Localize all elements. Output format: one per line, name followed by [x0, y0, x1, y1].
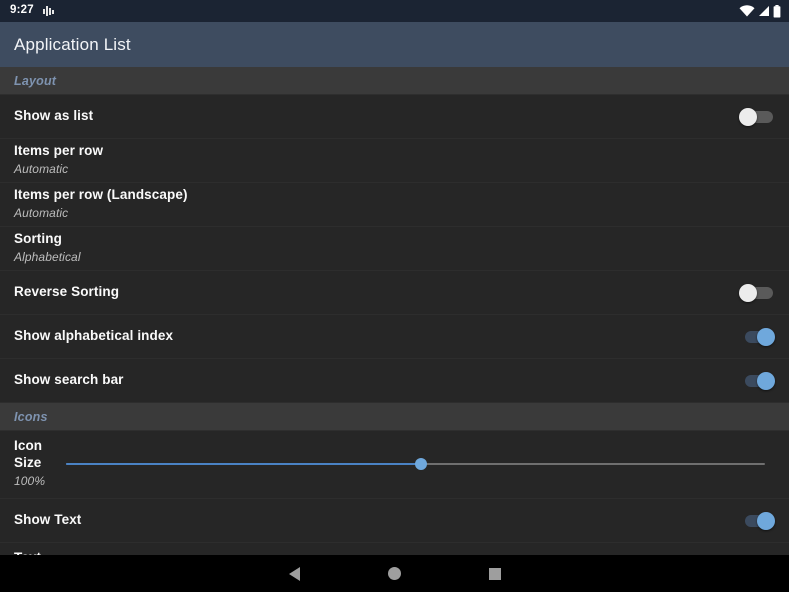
switch-thumb [757, 372, 775, 390]
switch-show-as-list[interactable] [739, 107, 775, 127]
switch-thumb [757, 328, 775, 346]
preference-list[interactable]: Layout Show as list Items per row Automatic… [0, 67, 789, 555]
section-header-layout: Layout [0, 67, 789, 95]
switch-show-alphabetical-index[interactable] [739, 327, 775, 347]
switch-thumb [757, 512, 775, 530]
wifi-icon [739, 5, 755, 17]
square-recents-icon [489, 568, 501, 580]
status-bar: 9:27 [0, 0, 789, 22]
slider-fill [66, 463, 421, 465]
navigation-bar [0, 555, 789, 592]
preference-title: Show alphabetical index [14, 328, 727, 345]
preference-text-block: Show search bar [14, 372, 727, 389]
preference-title: Show Text [14, 512, 727, 529]
switch-show-search-bar[interactable] [739, 371, 775, 391]
preference-row-text-size[interactable]: Text Size100% [0, 543, 789, 555]
back-button[interactable] [245, 555, 345, 592]
preference-row-icon-size[interactable]: Icon Size 100% [0, 431, 789, 499]
preference-title: Sorting [14, 231, 775, 248]
preference-summary: Automatic [14, 162, 775, 178]
preference-summary: 100% [14, 474, 66, 490]
preference-text-block: Show alphabetical index [14, 328, 727, 345]
preference-text-block: Reverse Sorting [14, 284, 727, 301]
preference-summary: Automatic [14, 206, 775, 222]
preference-title: Items per row (Landscape) [14, 187, 775, 204]
section-header-label: Layout [14, 74, 56, 88]
triangle-back-icon [289, 567, 300, 581]
preference-text-block: Icon Size 100% [14, 438, 66, 489]
preference-row-items-per-row[interactable]: Items per row Automatic [0, 139, 789, 183]
preference-row-show-text[interactable]: Show Text [0, 499, 789, 543]
preference-title: Show search bar [14, 372, 727, 389]
switch-thumb [739, 284, 757, 302]
preference-row-show-alphabetical-index[interactable]: Show alphabetical index [0, 315, 789, 359]
page-title: Application List [14, 35, 131, 55]
home-button[interactable] [345, 555, 445, 592]
preference-text-block: Items per row (Landscape) Automatic [14, 187, 775, 221]
preference-row-show-search-bar[interactable]: Show search bar [0, 359, 789, 403]
preference-row-sorting[interactable]: Sorting Alphabetical [0, 227, 789, 271]
preference-title: Reverse Sorting [14, 284, 727, 301]
preference-summary: Alphabetical [14, 250, 775, 266]
preference-text-block: Sorting Alphabetical [14, 231, 775, 265]
preference-text-block: Items per row Automatic [14, 143, 775, 177]
cellular-signal-icon [758, 5, 770, 17]
switch-thumb [739, 108, 757, 126]
preference-row-show-as-list[interactable]: Show as list [0, 95, 789, 139]
preference-title: Items per row [14, 143, 775, 160]
section-header-label: Icons [14, 410, 48, 424]
equalizer-icon [43, 5, 54, 17]
preference-title: Icon Size [14, 438, 66, 472]
preference-text-block: Show as list [14, 108, 727, 125]
battery-icon [773, 5, 781, 18]
section-header-icons: Icons [0, 403, 789, 431]
preference-text-block: Show Text [14, 512, 727, 529]
status-bar-notification-icons [43, 5, 54, 17]
preference-row-items-per-row-landscape[interactable]: Items per row (Landscape) Automatic [0, 183, 789, 227]
app-bar: Application List [0, 22, 789, 67]
preference-row-reverse-sorting[interactable]: Reverse Sorting [0, 271, 789, 315]
recents-button[interactable] [445, 555, 545, 592]
slider-thumb[interactable] [415, 458, 427, 470]
preference-title: Show as list [14, 108, 727, 125]
slider-text-size[interactable] [66, 550, 775, 555]
android-screen: 9:27 Application List [0, 0, 789, 592]
switch-reverse-sorting[interactable] [739, 283, 775, 303]
switch-show-text[interactable] [739, 511, 775, 531]
status-bar-system-icons [739, 5, 781, 18]
slider-icon-size[interactable] [66, 438, 775, 476]
circle-home-icon [388, 567, 401, 580]
status-bar-clock: 9:27 [10, 5, 34, 17]
